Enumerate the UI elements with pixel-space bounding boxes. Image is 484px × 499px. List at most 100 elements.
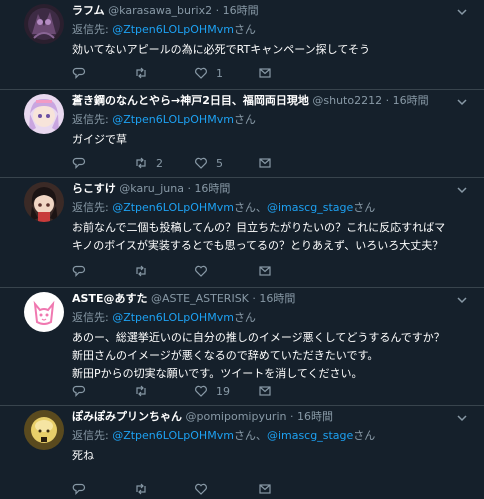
reply-prefix: 返信先: [72, 113, 113, 126]
tweet-header: らこすけ @karu_juna · 16時間 [72, 182, 454, 196]
tweet[interactable]: ASTE@あすた @ASTE_ASTERISK · 16時間 返信先: @Ztp… [0, 288, 484, 406]
reply-context: 返信先: @Ztpen6LOLpOHMvmさん [72, 22, 454, 37]
like-button[interactable]: 19 [194, 384, 230, 398]
separator-dot: · [289, 410, 294, 423]
heart-icon [195, 157, 207, 169]
timestamp[interactable]: 16時間 [393, 94, 429, 107]
reply-button[interactable] [72, 384, 94, 398]
display-name[interactable]: らこすけ [72, 182, 116, 195]
timestamp[interactable]: 16時間 [223, 4, 259, 17]
tweet[interactable]: らこすけ @karu_juna · 16時間 返信先: @Ztpen6LOLpO… [0, 178, 484, 288]
like-count: 1 [216, 66, 223, 80]
tweet-body: らこすけ @karu_juna · 16時間 返信先: @Ztpen6LOLpO… [72, 182, 454, 255]
avatar[interactable] [24, 292, 64, 332]
share-button[interactable] [258, 264, 272, 278]
reply-context: 返信先: @Ztpen6LOLpOHMvmさん [72, 112, 454, 127]
display-name[interactable]: ASTE@あすた [72, 292, 147, 305]
retweet-icon [136, 265, 146, 277]
mention-link[interactable]: @Ztpen6LOLpOHMvm [112, 429, 234, 442]
chevron-down-icon[interactable] [456, 6, 468, 18]
share-button[interactable] [258, 384, 272, 398]
chevron-down-icon[interactable] [456, 96, 468, 108]
heart-icon [195, 265, 207, 277]
tweet-actions: 19 [72, 384, 282, 400]
mention-link[interactable]: @imascg_stage [267, 201, 353, 214]
display-name[interactable]: ぽみぽみプリンちゃん [72, 410, 182, 423]
reply-suffix: さん [233, 311, 256, 324]
reply-suffix: さん [233, 113, 256, 126]
share-icon [259, 386, 271, 396]
like-count: 19 [216, 384, 230, 398]
tweet-actions: 2 5 [72, 156, 282, 172]
mention-link[interactable]: @Ztpen6LOLpOHMvm [112, 201, 234, 214]
tweet-header: 蒼き鋼のなんとやら→神戸2日目、福岡両日現地 @shuto2212 · 16時間 [72, 94, 454, 108]
display-name[interactable]: ラフム [72, 4, 105, 17]
avatar[interactable] [24, 4, 64, 44]
user-handle[interactable]: @pomipomipyurin [186, 410, 287, 423]
like-button[interactable]: 1 [194, 66, 223, 80]
reply-icon [72, 157, 86, 169]
heart-icon [195, 483, 207, 495]
like-button[interactable]: 5 [194, 156, 223, 170]
mention-link[interactable]: @imascg_stage [267, 429, 353, 442]
retweet-button[interactable] [134, 384, 156, 398]
share-button[interactable] [258, 482, 272, 496]
reply-timeline: ラフム @karasawa_burix2 · 16時間 返信先: @Ztpen6… [0, 0, 484, 499]
reply-icon [72, 483, 86, 495]
tweet-text-line: 新田Pからの切実な願いです。ツイートを消してください。 [72, 367, 363, 380]
mention-link[interactable]: @Ztpen6LOLpOHMvm [112, 23, 234, 36]
reply-button[interactable] [72, 66, 94, 80]
timestamp[interactable]: 16時間 [194, 182, 230, 195]
tweet-text-line: 新田さんのイメージが悪くなるので辞めていただきたいです。 [72, 349, 379, 362]
share-icon [259, 68, 271, 78]
tweet-text: 効いてないアピールの為に必死でRTキャンペーン探してそう [72, 43, 371, 56]
reply-mid: さん、 [233, 429, 267, 442]
chevron-down-icon[interactable] [456, 294, 468, 306]
avatar[interactable] [24, 410, 64, 450]
like-button[interactable] [194, 482, 216, 496]
share-button[interactable] [258, 66, 272, 80]
user-handle[interactable]: @karasawa_burix2 [108, 4, 212, 17]
user-handle[interactable]: @ASTE_ASTERISK [151, 292, 249, 305]
share-button[interactable] [258, 156, 272, 170]
tweet-body: 蒼き鋼のなんとやら→神戸2日目、福岡両日現地 @shuto2212 · 16時間… [72, 94, 454, 149]
retweet-icon [136, 385, 146, 397]
chevron-down-icon[interactable] [456, 412, 468, 424]
reply-prefix: 返信先: [72, 429, 113, 442]
reply-suffix: さん [233, 23, 256, 36]
tweet-text: 死ね [72, 449, 94, 462]
user-handle[interactable]: @karu_juna [119, 182, 184, 195]
reply-suffix: さん [353, 201, 376, 214]
display-name[interactable]: 蒼き鋼のなんとやら→神戸2日目、福岡両日現地 [72, 94, 309, 107]
avatar[interactable] [24, 94, 64, 134]
reply-icon [72, 385, 86, 397]
separator-dot: · [385, 94, 390, 107]
like-button[interactable] [194, 264, 216, 278]
retweet-button[interactable] [134, 66, 156, 80]
retweet-icon [136, 483, 146, 495]
mention-link[interactable]: @Ztpen6LOLpOHMvm [112, 311, 234, 324]
tweet[interactable]: ぽみぽみプリンちゃん @pomipomipyurin · 16時間 返信先: @… [0, 406, 484, 499]
tweet-actions [72, 482, 282, 498]
retweet-button[interactable] [134, 264, 156, 278]
tweet-header: ASTE@あすた @ASTE_ASTERISK · 16時間 [72, 292, 454, 306]
mention-link[interactable]: @Ztpen6LOLpOHMvm [112, 113, 234, 126]
like-count: 5 [216, 156, 223, 170]
chevron-down-icon[interactable] [456, 184, 468, 196]
tweet-text: ガイジで草 [72, 133, 127, 146]
tweet[interactable]: ラフム @karasawa_burix2 · 16時間 返信先: @Ztpen6… [0, 0, 484, 90]
avatar[interactable] [24, 182, 64, 222]
tweet[interactable]: 蒼き鋼のなんとやら→神戸2日目、福岡両日現地 @shuto2212 · 16時間… [0, 90, 484, 178]
timestamp[interactable]: 16時間 [259, 292, 295, 305]
user-handle[interactable]: @shuto2212 [312, 94, 382, 107]
timestamp[interactable]: 16時間 [297, 410, 333, 423]
tweet-header: ラフム @karasawa_burix2 · 16時間 [72, 4, 454, 18]
retweet-button[interactable]: 2 [134, 156, 163, 170]
reply-context: 返信先: @Ztpen6LOLpOHMvmさん、@imascg_stageさん [72, 200, 454, 215]
reply-button[interactable] [72, 264, 94, 278]
separator-dot: · [215, 4, 220, 17]
reply-button[interactable] [72, 482, 94, 496]
retweet-button[interactable] [134, 482, 156, 496]
reply-button[interactable] [72, 156, 94, 170]
reply-icon [72, 265, 86, 277]
